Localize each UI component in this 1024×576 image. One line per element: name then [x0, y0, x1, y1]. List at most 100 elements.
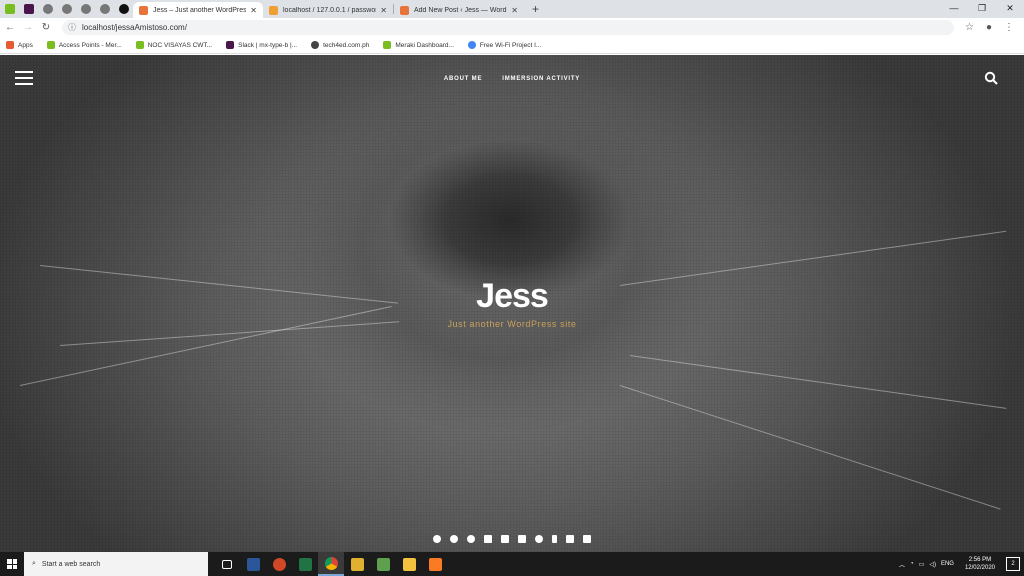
taskbar-app[interactable] [370, 552, 396, 576]
tab-strip: Jess – Just another WordPress site ✕ loc… [0, 0, 1024, 18]
slack-icon [23, 4, 34, 14]
tab-add-new-post[interactable]: Add New Post ‹ Jess — WordPress ✕ [394, 2, 524, 18]
forward-arrow-icon[interactable]: → [20, 22, 36, 33]
battery-icon[interactable]: ▭ [919, 561, 925, 568]
task-view-button[interactable] [214, 552, 240, 576]
taskbar-file-explorer[interactable] [396, 552, 422, 576]
meraki-icon [4, 4, 15, 14]
search-icon[interactable] [984, 71, 998, 85]
taskbar-word[interactable] [240, 552, 266, 576]
vk-icon[interactable] [583, 535, 591, 543]
google-plus-icon[interactable] [467, 535, 475, 543]
globe-icon [80, 4, 91, 14]
pinned-tab-slack[interactable] [19, 0, 38, 18]
reload-icon[interactable]: ↻ [38, 22, 54, 33]
start-button[interactable] [0, 552, 24, 576]
apps-grid-icon [6, 41, 14, 49]
taskbar-search-box[interactable]: ⌕ Start a web search [24, 552, 208, 576]
site-title[interactable]: Jess [0, 277, 1024, 316]
taskbar-excel[interactable] [292, 552, 318, 576]
close-window-icon[interactable]: ✕ [996, 0, 1024, 18]
wordpress-favicon-icon [400, 5, 409, 15]
url-text[interactable]: localhost/jessaAmistoso.com/ [82, 23, 187, 32]
phpmyadmin-favicon-icon [269, 5, 278, 15]
clock-date: 12/02/2020 [964, 565, 995, 571]
instagram-icon[interactable] [501, 535, 509, 543]
linkedin-icon[interactable] [484, 535, 492, 543]
taskbar-chrome[interactable] [318, 552, 344, 576]
tab-title: Jess – Just another WordPress site [153, 6, 247, 14]
notification-center-icon[interactable]: 2 [1006, 557, 1020, 571]
pinned-tab-meraki[interactable] [0, 0, 19, 18]
pinned-tab-3[interactable] [76, 0, 95, 18]
primary-nav: ABOUT ME IMMERSION ACTIVITY [0, 76, 1024, 82]
app-icon [376, 557, 390, 571]
bookmark-meraki-dashboard[interactable]: Meraki Dashboard... [383, 41, 454, 49]
whisker [19, 306, 392, 386]
youtube-icon[interactable] [518, 535, 526, 543]
info-icon[interactable]: ⓘ [68, 22, 76, 33]
pinned-tab-github[interactable] [114, 0, 133, 18]
taskbar-powerpoint[interactable] [266, 552, 292, 576]
bookmark-label: Access Points - Mer... [58, 41, 122, 49]
address-bar[interactable]: ⓘ localhost/jessaAmistoso.com/ [62, 20, 954, 35]
task-view-icon [222, 559, 232, 569]
new-tab-button[interactable]: + [532, 2, 539, 16]
globe-icon [42, 4, 53, 14]
window-controls: — ❐ ✕ [940, 0, 1024, 18]
tech4ed-icon [311, 41, 320, 49]
bookmark-access-points[interactable]: Access Points - Mer... [46, 41, 122, 49]
more-menu-icon[interactable]: ⋮ [1004, 22, 1014, 33]
nav-about-me[interactable]: ABOUT ME [444, 76, 482, 82]
bookmark-slack[interactable]: Slack | mx-type-b |... [226, 41, 297, 49]
hero-header: ABOUT ME IMMERSION ACTIVITY Jess Just an… [0, 55, 1024, 552]
powerpoint-icon [272, 557, 286, 571]
tab-phpmyadmin[interactable]: localhost / 127.0.0.1 / password ✕ [263, 2, 393, 18]
site-tagline: Just another WordPress site [447, 319, 577, 329]
clock[interactable]: 2:56 PM 12/02/2020 [965, 556, 995, 572]
taskbar-app[interactable] [344, 552, 370, 576]
restore-icon[interactable]: ❐ [968, 0, 996, 18]
minimize-icon[interactable]: — [940, 0, 968, 18]
bookmark-apps[interactable]: Apps [6, 41, 33, 49]
bookmark-label: tech4ed.com.ph [323, 41, 370, 49]
app-icon [350, 557, 364, 571]
browser-toolbar: ← → ↻ ⓘ localhost/jessaAmistoso.com/ [0, 18, 1024, 37]
taskbar-xampp[interactable] [422, 552, 448, 576]
nav-immersion-activity[interactable]: IMMERSION ACTIVITY [502, 76, 580, 82]
volume-icon[interactable]: ◁) [929, 561, 936, 568]
excel-icon [298, 557, 312, 571]
pinned-tab-4[interactable] [95, 0, 114, 18]
github-icon [118, 4, 129, 14]
bookmark-free-wifi[interactable]: Free Wi-Fi Project I... [467, 41, 541, 49]
profile-avatar-icon[interactable]: ● [986, 22, 992, 33]
facebook-icon[interactable] [433, 535, 441, 543]
bookmark-noc-visayas[interactable]: NOC VISAYAS CWT... [135, 41, 212, 49]
meraki-icon [135, 41, 144, 49]
slack-icon [226, 41, 235, 49]
bookmark-tech4ed[interactable]: tech4ed.com.ph [311, 41, 369, 49]
bookmark-label: Slack | mx-type-b |... [238, 41, 298, 49]
tab-title: localhost / 127.0.0.1 / password [283, 6, 377, 14]
tumblr-icon[interactable] [552, 535, 557, 543]
pinned-tab-2[interactable] [57, 0, 76, 18]
language-indicator[interactable]: ENG [941, 561, 954, 567]
twitter-icon[interactable] [450, 535, 458, 543]
pinterest-icon[interactable] [535, 535, 543, 543]
close-tab-icon[interactable]: ✕ [511, 6, 518, 15]
bookmark-star-icon[interactable]: ☆ [965, 22, 974, 33]
windows-taskbar: ⌕ Start a web search ︿ ◔ ▭ ◁) ENG 2:56 P… [0, 552, 1024, 576]
close-tab-icon[interactable]: ✕ [250, 6, 257, 15]
chrome-icon [324, 556, 338, 570]
close-tab-icon[interactable]: ✕ [380, 6, 387, 15]
google-icon [467, 41, 476, 49]
windows-logo-icon [7, 559, 17, 569]
pinned-tab-1[interactable] [38, 0, 57, 18]
flickr-icon[interactable] [566, 535, 574, 543]
chevron-up-icon[interactable]: ︿ [899, 560, 905, 569]
network-icon[interactable]: ◔ [910, 561, 914, 567]
globe-icon [99, 4, 110, 14]
back-arrow-icon[interactable]: ← [2, 22, 18, 33]
tab-jess[interactable]: Jess – Just another WordPress site ✕ [133, 2, 263, 18]
whisker [629, 355, 1007, 409]
